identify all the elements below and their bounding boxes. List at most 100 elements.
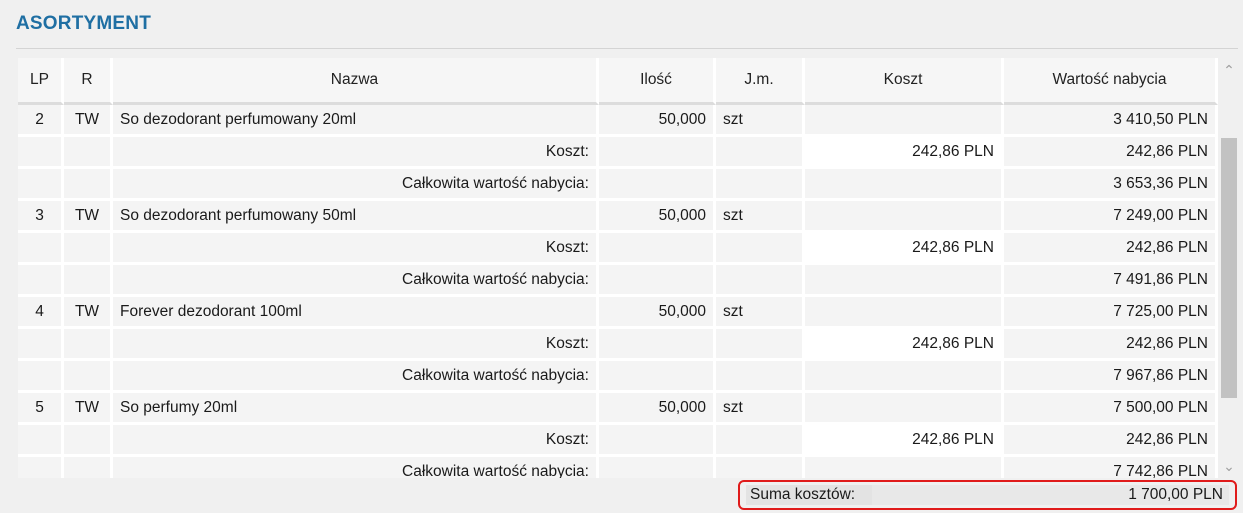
cell-total-label: Całkowita wartość nabycia:: [113, 265, 599, 297]
cell-empty: [716, 329, 805, 361]
cell-empty: [716, 137, 805, 169]
cost-sum-label: Suma kosztów:: [746, 485, 874, 505]
cell-jm: szt: [716, 201, 805, 233]
cell-empty: [599, 329, 716, 361]
cell-empty: [64, 329, 113, 361]
cell-empty: [805, 169, 1004, 201]
cell-empty: [64, 361, 113, 393]
cell-jm: szt: [716, 105, 805, 137]
cell-empty: [599, 361, 716, 393]
cell-empty: [599, 233, 716, 265]
cell-empty: [599, 169, 716, 201]
cell-empty: [18, 137, 64, 169]
cell-empty: [64, 233, 113, 265]
cell-wartosc: 242,86 PLN: [1004, 233, 1218, 265]
cell-empty: [805, 457, 1004, 478]
cell-lp: 5: [18, 393, 64, 425]
cell-empty: [716, 265, 805, 297]
cell-cost-label: Koszt:: [113, 329, 599, 361]
cell-wartosc: 7 725,00 PLN: [1004, 297, 1218, 329]
cell-koszt: [805, 297, 1004, 329]
cell-lp: 4: [18, 297, 64, 329]
column-header-nazwa[interactable]: Nazwa: [113, 58, 599, 105]
cell-nazwa: So dezodorant perfumowany 50ml: [113, 201, 599, 233]
scrollbar-thumb[interactable]: [1221, 138, 1237, 398]
cell-empty: [18, 265, 64, 297]
cell-wartosc: 3 410,50 PLN: [1004, 105, 1218, 137]
column-header-wartosc[interactable]: Wartość nabycia: [1004, 58, 1218, 105]
cell-empty: [716, 233, 805, 265]
table-row-cost[interactable]: Koszt: 242,86 PLN 242,86 PLN: [18, 329, 1218, 361]
cost-summary-box: Suma kosztów: 1 700,00 PLN: [738, 480, 1237, 510]
cell-wartosc: 7 491,86 PLN: [1004, 265, 1218, 297]
cell-cost-label: Koszt:: [113, 233, 599, 265]
cell-nazwa: Forever dezodorant 100ml: [113, 297, 599, 329]
cell-empty: [18, 169, 64, 201]
cell-koszt-input[interactable]: 242,86 PLN: [805, 233, 1004, 265]
table-row-item[interactable]: 4 TW Forever dezodorant 100ml 50,000 szt…: [18, 297, 1218, 329]
cell-jm: szt: [716, 393, 805, 425]
table-row-item[interactable]: 2 TW So dezodorant perfumowany 20ml 50,0…: [18, 105, 1218, 137]
cell-empty: [18, 457, 64, 478]
cell-ilosc: 50,000: [599, 201, 716, 233]
column-header-ilosc[interactable]: Ilość: [599, 58, 716, 105]
cell-empty: [18, 329, 64, 361]
cell-empty: [64, 425, 113, 457]
column-header-lp[interactable]: LP: [18, 58, 64, 105]
table-row-total[interactable]: Całkowita wartość nabycia: 7 491,86 PLN: [18, 265, 1218, 297]
cell-ilosc: 50,000: [599, 105, 716, 137]
cell-r: TW: [64, 201, 113, 233]
cell-total-label: Całkowita wartość nabycia:: [113, 361, 599, 393]
assortment-table: LP R Nazwa Ilość J.m. Koszt Wartość naby…: [18, 58, 1218, 478]
cell-ilosc: 50,000: [599, 393, 716, 425]
cell-nazwa: So dezodorant perfumowany 20ml: [113, 105, 599, 137]
cell-koszt-input[interactable]: 242,86 PLN: [805, 425, 1004, 457]
cell-lp: 2: [18, 105, 64, 137]
column-header-r[interactable]: R: [64, 58, 113, 105]
table-row-cost[interactable]: Koszt: 242,86 PLN 242,86 PLN: [18, 137, 1218, 169]
column-header-jm[interactable]: J.m.: [716, 58, 805, 105]
table-row-total[interactable]: Całkowita wartość nabycia: 7 742,86 PLN: [18, 457, 1218, 478]
cell-empty: [64, 265, 113, 297]
column-header-koszt[interactable]: Koszt: [805, 58, 1004, 105]
header-row: LP R Nazwa Ilość J.m. Koszt Wartość naby…: [18, 58, 1218, 105]
table-row-item[interactable]: 3 TW So dezodorant perfumowany 50ml 50,0…: [18, 201, 1218, 233]
chevron-up-icon[interactable]: ⌃: [1218, 60, 1240, 80]
table-row-cost[interactable]: Koszt: 242,86 PLN 242,86 PLN: [18, 425, 1218, 457]
cell-ilosc: 50,000: [599, 297, 716, 329]
cell-empty: [64, 169, 113, 201]
table-row-total[interactable]: Całkowita wartość nabycia: 7 967,86 PLN: [18, 361, 1218, 393]
section-title: ASORTYMENT: [16, 13, 151, 34]
cell-wartosc: 3 653,36 PLN: [1004, 169, 1218, 201]
cell-wartosc: 242,86 PLN: [1004, 329, 1218, 361]
cell-empty: [716, 169, 805, 201]
cell-r: TW: [64, 105, 113, 137]
cell-empty: [716, 361, 805, 393]
cell-r: TW: [64, 393, 113, 425]
cell-wartosc: 242,86 PLN: [1004, 425, 1218, 457]
cell-koszt-input[interactable]: 242,86 PLN: [805, 137, 1004, 169]
assortment-grid[interactable]: LP R Nazwa Ilość J.m. Koszt Wartość naby…: [18, 58, 1240, 478]
table-row-total[interactable]: Całkowita wartość nabycia: 3 653,36 PLN: [18, 169, 1218, 201]
cell-empty: [64, 137, 113, 169]
cell-empty: [64, 457, 113, 478]
cell-empty: [805, 265, 1004, 297]
cell-empty: [805, 361, 1004, 393]
cell-total-label: Całkowita wartość nabycia:: [113, 169, 599, 201]
cell-r: TW: [64, 297, 113, 329]
chevron-down-icon[interactable]: ⌄: [1218, 456, 1240, 476]
cell-empty: [716, 425, 805, 457]
cell-wartosc: 7 742,86 PLN: [1004, 457, 1218, 478]
table-row-cost[interactable]: Koszt: 242,86 PLN 242,86 PLN: [18, 233, 1218, 265]
table-row-item[interactable]: 5 TW So perfumy 20ml 50,000 szt 7 500,00…: [18, 393, 1218, 425]
cell-cost-label: Koszt:: [113, 137, 599, 169]
cell-nazwa: So perfumy 20ml: [113, 393, 599, 425]
cell-cost-label: Koszt:: [113, 425, 599, 457]
vertical-scrollbar[interactable]: ⌃ ⌄: [1218, 58, 1240, 478]
cell-wartosc: 7 967,86 PLN: [1004, 361, 1218, 393]
cell-empty: [599, 265, 716, 297]
cell-koszt-input[interactable]: 242,86 PLN: [805, 329, 1004, 361]
cell-koszt: [805, 105, 1004, 137]
cell-koszt: [805, 201, 1004, 233]
cell-empty: [599, 137, 716, 169]
